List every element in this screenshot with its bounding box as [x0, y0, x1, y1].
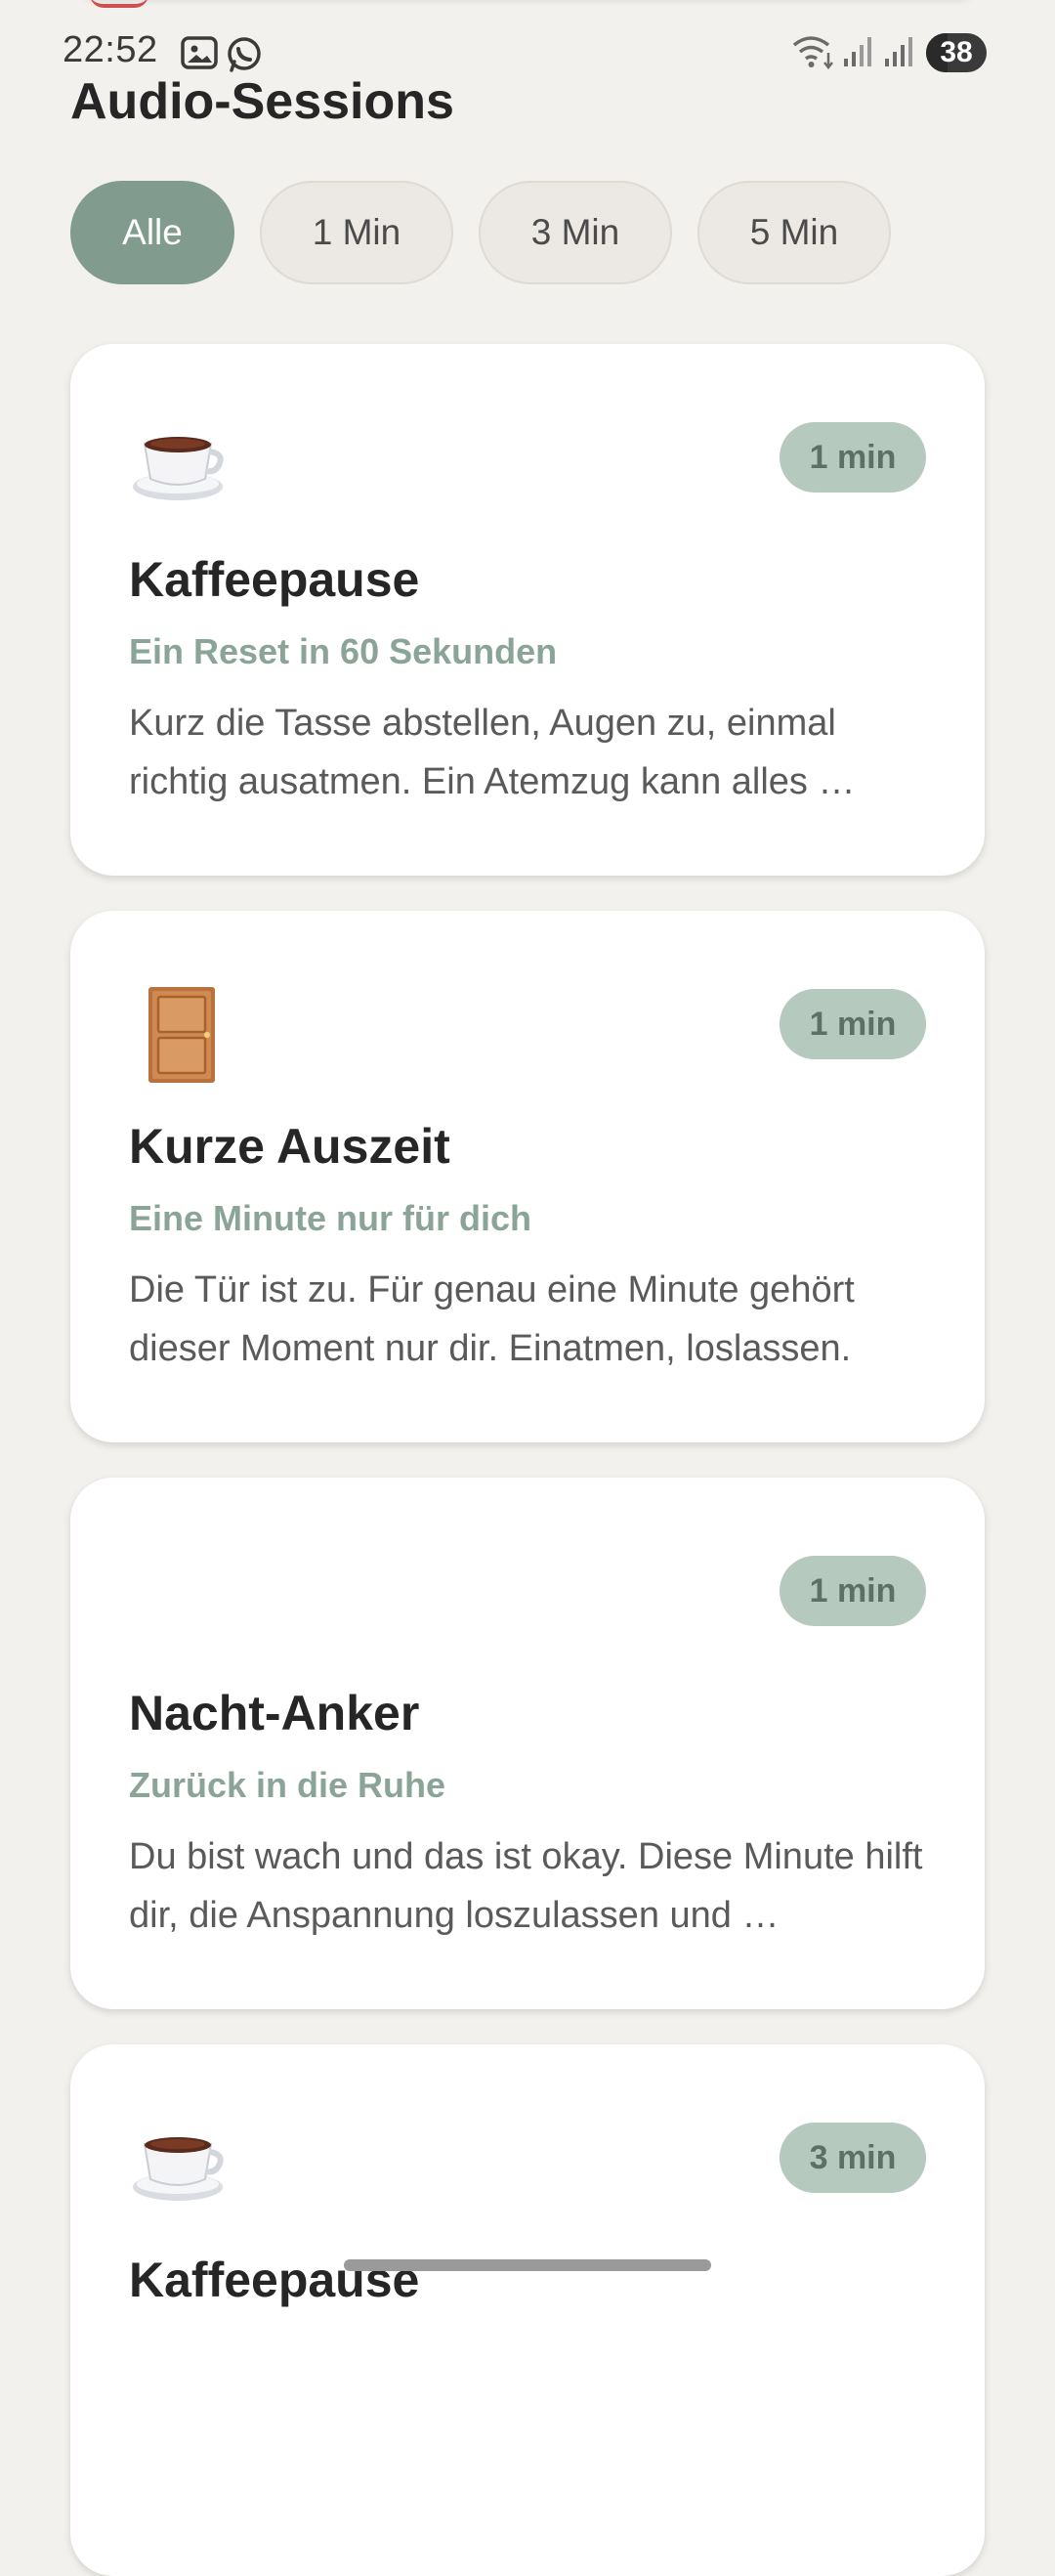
signal-icon: [842, 33, 877, 73]
gallery-icon: [180, 35, 219, 70]
session-title: Nacht-Anker: [129, 1686, 420, 1740]
status-time: 22:52: [63, 29, 158, 70]
battery-icon: 38: [926, 33, 987, 72]
session-subtitle: Ein Reset in 60 Sekunden: [129, 631, 558, 671]
duration-badge-label: 3 min: [809, 2138, 897, 2176]
filter-chip-1-min[interactable]: 1 Min: [260, 181, 453, 284]
session-card-kaffeepause-3-min[interactable]: 3 min Kaffeepause: [70, 2044, 985, 2576]
duration-badge-label: 1 min: [809, 1005, 897, 1043]
coffee-cup-icon: [129, 2119, 227, 2216]
coffee-cup-icon: [129, 418, 227, 516]
whatsapp-icon: [225, 35, 264, 72]
home-indicator[interactable]: [344, 2259, 711, 2271]
filter-chip-label: Alle: [122, 212, 183, 252]
session-description: Die Tür ist zu. Für genau eine Minute ge…: [129, 1269, 855, 1369]
session-description: Du bist wach und das ist okay. Diese Min…: [129, 1836, 923, 1936]
filter-chip-label: 5 Min: [749, 212, 839, 252]
duration-badge-label: 1 min: [809, 438, 897, 476]
duration-badge: 1 min: [780, 1556, 926, 1626]
filter-chip-5-min[interactable]: 5 Min: [697, 181, 891, 284]
door-icon: [129, 985, 227, 1083]
filter-chip-all[interactable]: Alle: [70, 181, 234, 284]
session-description: Kurz die Tasse abstellen, Augen zu, einm…: [129, 703, 856, 802]
session-title: Kaffeepause: [129, 552, 420, 607]
session-title: Kurze Auszeit: [129, 1119, 450, 1174]
page-title: Audio-Sessions: [70, 73, 454, 130]
duration-filter-chips: Alle 1 Min 3 Min 5 Min: [70, 181, 891, 284]
wifi-icon: [791, 33, 836, 75]
previous-card-accent: [90, 0, 148, 8]
filter-chip-3-min[interactable]: 3 Min: [479, 181, 672, 284]
session-subtitle: Zurück in die Ruhe: [129, 1765, 446, 1805]
session-card-kaffeepause[interactable]: 1 min Kaffeepause Ein Reset in 60 Sekund…: [70, 344, 985, 876]
duration-badge: 3 min: [780, 2123, 926, 2193]
session-card-nacht-anker[interactable]: 1 min Nacht-Anker Zurück in die Ruhe Du …: [70, 1478, 985, 2009]
duration-badge-label: 1 min: [809, 1571, 897, 1610]
session-card-kurze-auszeit[interactable]: 1 min Kurze Auszeit Eine Minute nur für …: [70, 911, 985, 1442]
duration-badge: 1 min: [780, 989, 926, 1059]
battery-level: 38: [940, 36, 973, 68]
duration-badge: 1 min: [780, 422, 926, 493]
filter-chip-label: 1 Min: [312, 212, 401, 252]
filter-chip-label: 3 Min: [530, 212, 620, 252]
signal-icon-2: [883, 33, 918, 73]
crescent-moon-icon: [129, 1552, 227, 1650]
session-subtitle: Eine Minute nur für dich: [129, 1198, 531, 1238]
